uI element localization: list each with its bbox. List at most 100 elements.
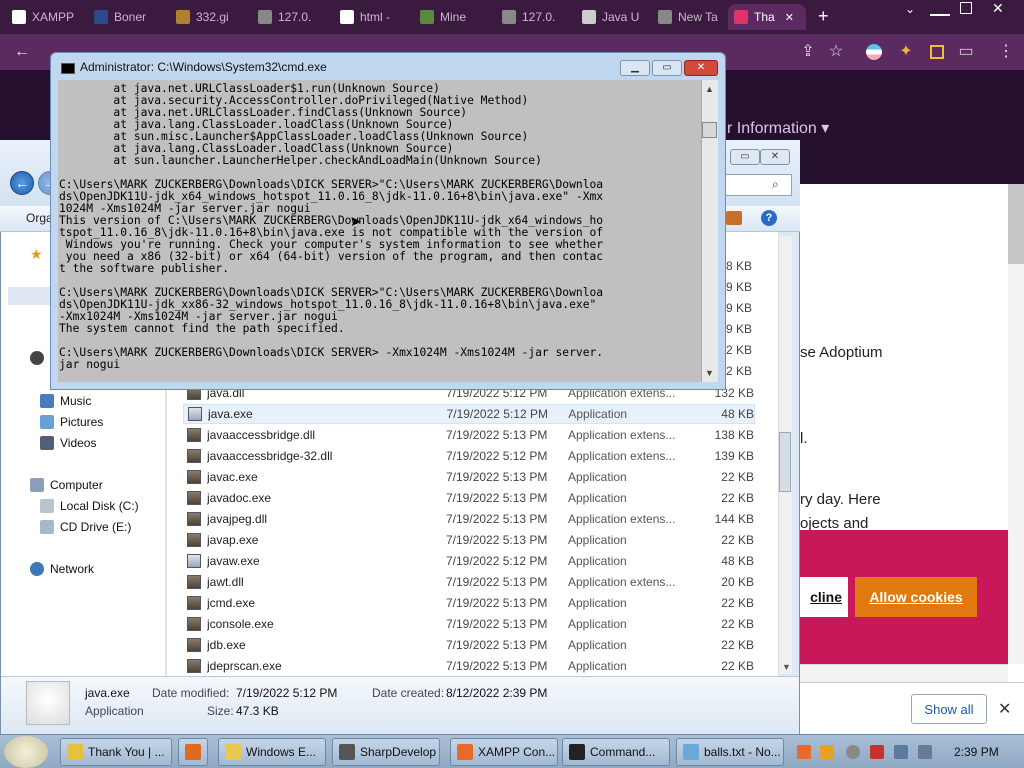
nav-item-music[interactable]: Music	[40, 391, 91, 411]
browser-tab[interactable]: Mine	[414, 4, 492, 30]
file-row[interactable]: javaw.exe 7/19/2022 5:12 PM Application 48 …	[183, 551, 755, 571]
file-name: javaaccessbridge.dll	[207, 428, 316, 442]
nav-item-label: Pictures	[60, 415, 104, 429]
file-row[interactable]: jdeprscan.exe 7/19/2022 5:13 PM Applicatio…	[183, 656, 755, 676]
network-tray-icon[interactable]	[894, 745, 908, 759]
allow-cookies-button[interactable]: Allow cookies	[855, 577, 977, 617]
nav-item-videos[interactable]: Videos	[40, 433, 96, 453]
menu-icon[interactable]: ⋮	[996, 42, 1016, 62]
maximize-icon[interactable]	[960, 2, 972, 14]
browser-tab[interactable]: 127.0.	[496, 4, 574, 30]
taskbar-button[interactable]: Command...	[562, 738, 670, 766]
doc-icon	[582, 10, 596, 24]
taskbar-button[interactable]: balls.txt - No...	[676, 738, 784, 766]
scroll-down-icon[interactable]: ▼	[782, 662, 791, 672]
browser-tab[interactable]: Java U	[576, 4, 654, 30]
help-icon[interactable]: ?	[761, 210, 777, 226]
nav-item-local-disk[interactable]: Local Disk (C:)	[40, 496, 139, 516]
page-horizontal-scrollbar[interactable]	[800, 664, 1008, 682]
browser-tab-label: html -	[360, 10, 390, 24]
explorer-close-icon[interactable]: ✕	[760, 149, 790, 165]
cmd-maximize-icon[interactable]: ▭	[652, 60, 682, 76]
cmd-minimize-icon[interactable]: ▁	[620, 60, 650, 76]
browser-tab[interactable]: 332.gi	[170, 4, 248, 30]
search-tray-icon[interactable]	[820, 745, 834, 759]
taskbar-button[interactable]	[178, 738, 208, 766]
cmd-scroll-up-icon[interactable]: ▲	[705, 84, 714, 94]
explorer-window-controls: ▭ ✕	[730, 148, 798, 166]
taskbar-button[interactable]: SharpDevelop	[332, 738, 440, 766]
file-row[interactable]: jcmd.exe 7/19/2022 5:13 PM Application 22 K…	[183, 593, 755, 613]
tray-icon[interactable]	[846, 745, 860, 759]
file-row[interactable]: javaaccessbridge-32.dll 7/19/2022 5:12 PM…	[183, 446, 755, 466]
file-size: 22 KB	[721, 491, 754, 505]
window-close-icon[interactable]: ✕	[992, 0, 1004, 17]
volume-icon[interactable]	[918, 745, 932, 759]
minimize-icon[interactable]	[930, 2, 950, 16]
file-size: 22 KB	[721, 638, 754, 652]
taskbar-button[interactable]: Thank You | ...	[60, 738, 172, 766]
start-button[interactable]	[4, 736, 48, 768]
globe-icon	[258, 10, 272, 24]
globe-icon	[502, 10, 516, 24]
ext-icon[interactable]: ▭	[956, 42, 976, 62]
chevron-down-icon[interactable]: ⌄	[900, 2, 920, 16]
cmd-console[interactable]: at java.net.URLClassLoader$1.run(Unknown…	[58, 80, 701, 382]
bookmark-star-icon[interactable]: ☆	[826, 42, 846, 62]
new-tab-button[interactable]: +	[818, 6, 829, 27]
file-row[interactable]: javaaccessbridge.dll 7/19/2022 5:13 PM App…	[183, 425, 755, 445]
explorer-back-icon[interactable]: ←	[10, 171, 34, 195]
clock[interactable]: 2:39 PM	[954, 745, 999, 759]
file-size: 48 KB	[721, 407, 754, 421]
xampp-tray-icon[interactable]	[797, 745, 811, 759]
file-row[interactable]: javac.exe 7/19/2022 5:13 PM Application 22 …	[183, 467, 755, 487]
organize-menu[interactable]: Orga	[26, 211, 53, 225]
cmd-close-icon[interactable]: ✕	[684, 60, 718, 76]
close-tab-icon[interactable]: ✕	[785, 11, 794, 24]
pictures-icon	[40, 415, 54, 429]
show-all-downloads-button[interactable]: Show all	[911, 694, 987, 724]
taskbar-button[interactable]: Windows E...	[218, 738, 326, 766]
file-row[interactable]: javadoc.exe 7/19/2022 5:13 PM Application 2…	[183, 488, 755, 508]
browser-tab[interactable]: Boner	[88, 4, 166, 30]
nav-link-information[interactable]: r Information ▾	[727, 118, 829, 138]
favorites-star-icon[interactable]: ★	[30, 246, 43, 263]
file-type: Application extens...	[568, 575, 676, 589]
page-scrollbar-thumb[interactable]	[1008, 184, 1024, 264]
homegroup-icon[interactable]	[30, 351, 44, 365]
nav-item-network[interactable]: Network	[30, 559, 94, 579]
explorer-search-input[interactable]	[720, 174, 792, 196]
browser-tab[interactable]: 127.0.	[252, 4, 330, 30]
file-row[interactable]: javap.exe 7/19/2022 5:13 PM Application 22 …	[183, 530, 755, 550]
page-paragraph: ry day. Here ojects and	[800, 488, 881, 536]
browser-tab[interactable]: XAMPP	[6, 4, 84, 30]
file-row[interactable]: javajpeg.dll 7/19/2022 5:13 PM Application…	[183, 509, 755, 529]
file-row[interactable]: jconsole.exe 7/19/2022 5:13 PM Application…	[183, 614, 755, 634]
details-date-modified-label: Date modified:	[152, 686, 230, 700]
nav-item-cd-drive[interactable]: CD Drive (E:)	[40, 517, 131, 537]
nav-item-computer[interactable]: Computer	[30, 475, 103, 495]
cmd-scrollbar-thumb[interactable]	[702, 122, 717, 138]
taskbar-button[interactable]: XAMPP Con...	[450, 738, 558, 766]
explorer-scrollbar-thumb[interactable]	[779, 432, 791, 492]
browser-tab[interactable]: html -	[334, 4, 412, 30]
browser-tab-label: Tha	[754, 10, 775, 24]
profile-avatar-icon[interactable]	[866, 44, 882, 60]
sidepanel-icon[interactable]	[930, 45, 944, 59]
back-arrow-icon[interactable]: ←	[12, 42, 32, 62]
browser-tab[interactable]: New Ta	[652, 4, 730, 30]
file-row[interactable]: java.exe 7/19/2022 5:12 PM Application 48 K…	[183, 404, 755, 424]
file-row[interactable]: jawt.dll 7/19/2022 5:13 PM Application ext…	[183, 572, 755, 592]
browser-tab[interactable]: Tha ✕	[728, 4, 806, 30]
page-icon	[94, 10, 108, 24]
preview-pane-icon[interactable]	[726, 211, 742, 225]
explorer-maximize-icon[interactable]: ▭	[730, 149, 760, 165]
cmd-scroll-down-icon[interactable]: ▼	[705, 368, 714, 378]
file-row[interactable]: jdb.exe 7/19/2022 5:13 PM Application 22 KB	[183, 635, 755, 655]
download-bar-close-icon[interactable]: ✕	[998, 699, 1011, 719]
search-icon[interactable]: ⌕	[772, 177, 779, 192]
action-center-icon[interactable]	[870, 745, 884, 759]
share-icon[interactable]: ⇪	[798, 42, 818, 62]
nav-item-pictures[interactable]: Pictures	[40, 412, 103, 432]
extensions-icon[interactable]: ✦	[896, 42, 916, 62]
